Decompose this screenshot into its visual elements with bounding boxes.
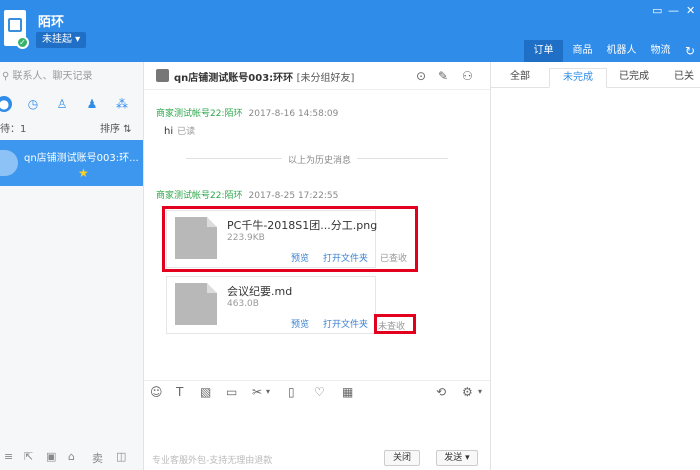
- chevron-down-icon[interactable]: ▾: [266, 387, 270, 396]
- star-icon: ★: [78, 166, 89, 180]
- sender-name: 商家测试帐号22:陌环: [156, 109, 243, 119]
- open-folder-link[interactable]: 打开文件夹: [323, 317, 368, 330]
- chat-contact-name: qn店铺测试账号003:环环: [174, 73, 294, 84]
- message-sender: 商家测试帐号22:陌环 2017-8-16 14:58:09: [156, 106, 338, 119]
- person-add-icon[interactable]: ⚇: [462, 69, 473, 83]
- chat-bubble-icon[interactable]: ●: [0, 96, 12, 112]
- file-icon: [175, 283, 217, 325]
- minimize-icon[interactable]: —: [668, 4, 679, 17]
- order-panel: 全部 未完成 已完成 已关: [490, 62, 700, 470]
- message-text: hi 已读: [164, 124, 195, 137]
- contact-panel: ⚲ 联系人、聊天记录 ● ◷ ♙ ♟ ⁂ 待：1 排序 ⇅ qn店铺测试账号00…: [0, 62, 144, 470]
- image-icon[interactable]: ▧: [200, 385, 211, 399]
- chat-footer: 专业客服外包-支持无理由退款 关闭 发送 ▾: [144, 448, 490, 470]
- shop-icon[interactable]: ⌂: [68, 450, 75, 463]
- close-button[interactable]: 关闭: [384, 450, 420, 466]
- read-status: 已读: [177, 127, 196, 137]
- clock-icon[interactable]: ◷: [25, 96, 41, 112]
- highlight-box: [162, 206, 418, 272]
- tab-products[interactable]: 商品: [563, 40, 602, 62]
- person-icon[interactable]: ♙: [54, 96, 70, 112]
- heart-icon[interactable]: ♡: [314, 385, 325, 399]
- tab-all[interactable]: 全部: [499, 68, 541, 88]
- restore-icon[interactable]: ▭: [652, 4, 662, 17]
- history-icon[interactable]: ⟲: [436, 385, 446, 399]
- emoji-icon[interactable]: ☺: [150, 385, 163, 399]
- settings-icon[interactable]: ⚙: [462, 385, 473, 399]
- calculator-icon[interactable]: ▦: [342, 385, 353, 399]
- message-body: hi: [164, 126, 174, 137]
- mail-icon[interactable]: ▣: [46, 450, 56, 463]
- top-tabs: 订单 商品 机器人 物流 ↻: [524, 40, 700, 62]
- chat-header: qn店铺测试账号003:环环 [未分组好友] ⊙ ✎ ⚇: [144, 62, 490, 90]
- search-placeholder: 联系人、聊天记录: [12, 71, 93, 82]
- tab-closed[interactable]: 已关: [667, 68, 700, 88]
- contact-avatar: [0, 150, 18, 176]
- chat-title: qn店铺测试账号003:环环 [未分组好友]: [174, 69, 354, 84]
- history-divider: 以上为历史消息: [282, 153, 358, 166]
- search-icon: ⚲: [2, 71, 13, 82]
- top-bar: ✓ 陌环 未挂起 ▾ ▭ — ✕ 订单 商品 机器人 物流 ↻: [0, 0, 700, 62]
- chat-more-icon[interactable]: ⊙: [416, 69, 426, 83]
- refresh-icon[interactable]: ↻: [680, 40, 700, 62]
- chevron-down-icon[interactable]: ▾: [478, 387, 482, 396]
- sort-button[interactable]: 排序 ⇅: [100, 120, 132, 135]
- contact-filter-icons: ● ◷ ♙ ♟ ⁂: [0, 94, 144, 114]
- user-name: 陌环: [38, 15, 65, 30]
- status-dropdown[interactable]: 未挂起 ▾: [36, 32, 87, 48]
- tab-unfinished[interactable]: 未完成: [549, 68, 607, 88]
- sender-name: 商家测试帐号22:陌环: [156, 191, 243, 201]
- app-avatar[interactable]: ✓: [4, 10, 29, 49]
- file-size: 463.0B: [227, 299, 259, 309]
- waiting-count: 待：1: [0, 124, 27, 135]
- shop-avatar-icon: [156, 69, 169, 82]
- group-icon[interactable]: ♟: [84, 96, 100, 112]
- left-toolbar: ≡ ⇱ ▣ ⌂ 卖 ◫: [0, 446, 144, 470]
- edit-note-icon[interactable]: ✎: [438, 69, 448, 83]
- vibrate-icon[interactable]: ▯: [288, 385, 295, 399]
- conversation-name: qn店铺测试账号003:环...: [24, 153, 139, 164]
- highlight-box: [374, 314, 416, 334]
- chat-toolbar: ☺ T ▧ ▭ ✂ ▾ ▯ ♡ ▦ ⟲ ⚙ ▾: [144, 380, 490, 402]
- sale-icon[interactable]: 卖: [92, 450, 103, 466]
- preview-link[interactable]: 预览: [291, 317, 309, 330]
- conversation-item[interactable]: qn店铺测试账号003:环... ★: [0, 140, 143, 186]
- order-sub-tabs: 全部 未完成 已完成 已关: [491, 68, 700, 88]
- tab-orders[interactable]: 订单: [524, 40, 563, 62]
- tab-finished[interactable]: 已完成: [611, 68, 657, 88]
- file-card[interactable]: 会议纪要.md 463.0B 预览 打开文件夹: [166, 276, 376, 334]
- monitor-icon: [8, 18, 22, 32]
- search-input[interactable]: ⚲ 联系人、聊天记录: [0, 68, 144, 86]
- font-icon[interactable]: T: [176, 385, 183, 399]
- window-icon[interactable]: ◫: [116, 450, 126, 463]
- close-icon[interactable]: ✕: [686, 4, 695, 17]
- message-time: 2017-8-16 14:58:09: [248, 109, 339, 119]
- transfer-icon[interactable]: ⇱: [24, 450, 33, 463]
- message-time: 2017-8-25 17:22:55: [248, 191, 339, 201]
- send-button[interactable]: 发送 ▾: [436, 450, 478, 466]
- scissors-icon[interactable]: ✂: [252, 385, 262, 399]
- tab-robot[interactable]: 机器人: [602, 40, 641, 62]
- file-name: 会议纪要.md: [227, 285, 293, 298]
- menu-icon[interactable]: ≡: [4, 450, 13, 463]
- folder-icon[interactable]: ▭: [226, 385, 237, 399]
- message-sender: 商家测试帐号22:陌环 2017-8-25 17:22:55: [156, 188, 338, 201]
- org-tree-icon[interactable]: ⁂: [114, 96, 130, 112]
- tab-logistics[interactable]: 物流: [641, 40, 680, 62]
- footer-hint: 专业客服外包-支持无理由退款: [152, 456, 273, 466]
- chat-contact-group: [未分组好友]: [296, 73, 355, 84]
- online-check-icon: ✓: [16, 36, 29, 49]
